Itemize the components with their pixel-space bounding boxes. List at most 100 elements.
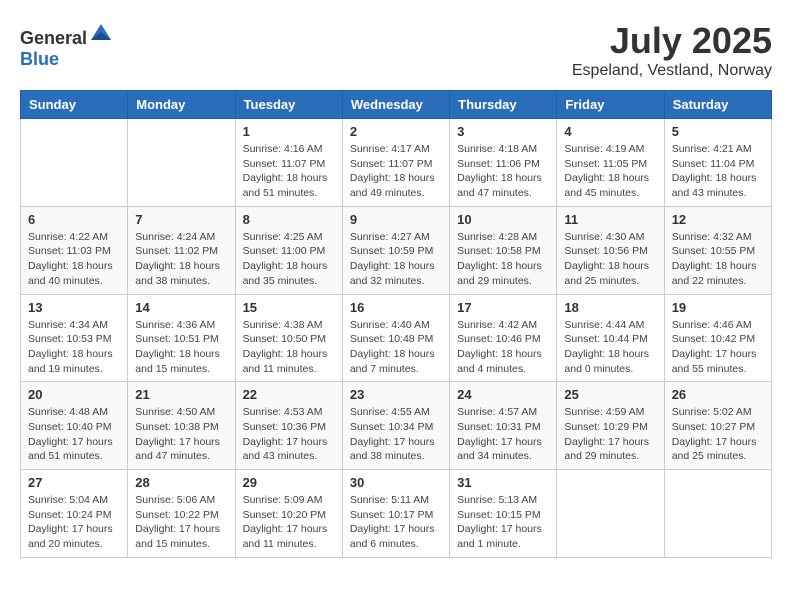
daylight-text: Daylight: 18 hours and 0 minutes. <box>564 348 649 375</box>
calendar-cell: 27 Sunrise: 5:04 AM Sunset: 10:24 PM Day… <box>21 470 128 558</box>
day-info: Sunrise: 4:27 AM Sunset: 10:59 PM Daylig… <box>350 230 442 289</box>
day-number: 12 <box>672 212 764 227</box>
sunrise-text: Sunrise: 4:46 AM <box>672 319 752 331</box>
calendar-cell: 18 Sunrise: 4:44 AM Sunset: 10:44 PM Day… <box>557 294 664 382</box>
day-info: Sunrise: 4:19 AM Sunset: 11:05 PM Daylig… <box>564 142 656 201</box>
calendar-week-row: 27 Sunrise: 5:04 AM Sunset: 10:24 PM Day… <box>21 470 772 558</box>
calendar-cell <box>664 470 771 558</box>
day-info: Sunrise: 4:24 AM Sunset: 11:02 PM Daylig… <box>135 230 227 289</box>
sunrise-text: Sunrise: 4:19 AM <box>564 143 644 155</box>
calendar-cell: 25 Sunrise: 4:59 AM Sunset: 10:29 PM Day… <box>557 382 664 470</box>
daylight-text: Daylight: 17 hours and 20 minutes. <box>28 523 113 550</box>
sunset-text: Sunset: 11:07 PM <box>350 158 433 170</box>
sunrise-text: Sunrise: 4:22 AM <box>28 231 108 243</box>
day-info: Sunrise: 4:40 AM Sunset: 10:48 PM Daylig… <box>350 318 442 377</box>
daylight-text: Daylight: 18 hours and 22 minutes. <box>672 260 757 287</box>
sunset-text: Sunset: 10:56 PM <box>564 245 647 257</box>
day-info: Sunrise: 5:02 AM Sunset: 10:27 PM Daylig… <box>672 405 764 464</box>
sunrise-text: Sunrise: 4:34 AM <box>28 319 108 331</box>
day-number: 13 <box>28 300 120 315</box>
day-number: 15 <box>243 300 335 315</box>
day-info: Sunrise: 4:25 AM Sunset: 11:00 PM Daylig… <box>243 230 335 289</box>
daylight-text: Daylight: 17 hours and 29 minutes. <box>564 436 649 463</box>
day-number: 30 <box>350 475 442 490</box>
calendar-cell: 9 Sunrise: 4:27 AM Sunset: 10:59 PM Dayl… <box>342 206 449 294</box>
day-info: Sunrise: 4:57 AM Sunset: 10:31 PM Daylig… <box>457 405 549 464</box>
day-info: Sunrise: 4:48 AM Sunset: 10:40 PM Daylig… <box>28 405 120 464</box>
calendar-cell: 24 Sunrise: 4:57 AM Sunset: 10:31 PM Day… <box>450 382 557 470</box>
calendar-cell: 15 Sunrise: 4:38 AM Sunset: 10:50 PM Day… <box>235 294 342 382</box>
calendar-cell: 19 Sunrise: 4:46 AM Sunset: 10:42 PM Day… <box>664 294 771 382</box>
calendar-week-row: 13 Sunrise: 4:34 AM Sunset: 10:53 PM Day… <box>21 294 772 382</box>
calendar-cell: 3 Sunrise: 4:18 AM Sunset: 11:06 PM Dayl… <box>450 119 557 207</box>
sunset-text: Sunset: 10:38 PM <box>135 421 218 433</box>
logo: General Blue <box>20 20 113 70</box>
day-number: 29 <box>243 475 335 490</box>
logo-icon <box>89 20 113 44</box>
sunset-text: Sunset: 10:53 PM <box>28 333 111 345</box>
daylight-text: Daylight: 18 hours and 47 minutes. <box>457 172 542 199</box>
calendar-cell: 28 Sunrise: 5:06 AM Sunset: 10:22 PM Day… <box>128 470 235 558</box>
sunset-text: Sunset: 10:59 PM <box>350 245 433 257</box>
logo-blue: Blue <box>20 49 59 69</box>
logo-wordmark: General Blue <box>20 20 113 70</box>
daylight-text: Daylight: 18 hours and 4 minutes. <box>457 348 542 375</box>
daylight-text: Daylight: 18 hours and 40 minutes. <box>28 260 113 287</box>
daylight-text: Daylight: 17 hours and 34 minutes. <box>457 436 542 463</box>
day-number: 26 <box>672 387 764 402</box>
sunset-text: Sunset: 10:27 PM <box>672 421 755 433</box>
page-header: General Blue July 2025 Espeland, Vestlan… <box>20 20 772 80</box>
calendar-week-row: 1 Sunrise: 4:16 AM Sunset: 11:07 PM Dayl… <box>21 119 772 207</box>
sunset-text: Sunset: 10:15 PM <box>457 509 540 521</box>
sunrise-text: Sunrise: 4:24 AM <box>135 231 215 243</box>
sunset-text: Sunset: 10:31 PM <box>457 421 540 433</box>
daylight-text: Daylight: 18 hours and 32 minutes. <box>350 260 435 287</box>
daylight-text: Daylight: 17 hours and 1 minute. <box>457 523 542 550</box>
day-info: Sunrise: 4:32 AM Sunset: 10:55 PM Daylig… <box>672 230 764 289</box>
sunset-text: Sunset: 10:42 PM <box>672 333 755 345</box>
sunrise-text: Sunrise: 4:44 AM <box>564 319 644 331</box>
sunset-text: Sunset: 11:06 PM <box>457 158 540 170</box>
sunset-text: Sunset: 10:24 PM <box>28 509 111 521</box>
calendar-cell <box>128 119 235 207</box>
sunrise-text: Sunrise: 5:11 AM <box>350 494 429 506</box>
sunrise-text: Sunrise: 4:57 AM <box>457 406 537 418</box>
day-number: 2 <box>350 124 442 139</box>
sunset-text: Sunset: 10:50 PM <box>243 333 326 345</box>
calendar-cell: 26 Sunrise: 5:02 AM Sunset: 10:27 PM Day… <box>664 382 771 470</box>
calendar-week-row: 6 Sunrise: 4:22 AM Sunset: 11:03 PM Dayl… <box>21 206 772 294</box>
sunset-text: Sunset: 11:00 PM <box>243 245 326 257</box>
sunrise-text: Sunrise: 4:27 AM <box>350 231 430 243</box>
day-info: Sunrise: 4:22 AM Sunset: 11:03 PM Daylig… <box>28 230 120 289</box>
day-info: Sunrise: 4:21 AM Sunset: 11:04 PM Daylig… <box>672 142 764 201</box>
sunset-text: Sunset: 11:07 PM <box>243 158 326 170</box>
calendar-cell: 2 Sunrise: 4:17 AM Sunset: 11:07 PM Dayl… <box>342 119 449 207</box>
sunset-text: Sunset: 11:05 PM <box>564 158 647 170</box>
sunset-text: Sunset: 10:22 PM <box>135 509 218 521</box>
day-info: Sunrise: 5:04 AM Sunset: 10:24 PM Daylig… <box>28 493 120 552</box>
daylight-text: Daylight: 18 hours and 11 minutes. <box>243 348 328 375</box>
sunrise-text: Sunrise: 4:53 AM <box>243 406 323 418</box>
sunrise-text: Sunrise: 4:16 AM <box>243 143 323 155</box>
sunrise-text: Sunrise: 4:32 AM <box>672 231 752 243</box>
sunset-text: Sunset: 10:40 PM <box>28 421 111 433</box>
sunrise-text: Sunrise: 5:04 AM <box>28 494 108 506</box>
calendar-cell: 1 Sunrise: 4:16 AM Sunset: 11:07 PM Dayl… <box>235 119 342 207</box>
day-number: 9 <box>350 212 442 227</box>
day-number: 16 <box>350 300 442 315</box>
calendar-cell: 7 Sunrise: 4:24 AM Sunset: 11:02 PM Dayl… <box>128 206 235 294</box>
calendar-cell: 21 Sunrise: 4:50 AM Sunset: 10:38 PM Day… <box>128 382 235 470</box>
logo-general: General <box>20 28 87 48</box>
sunset-text: Sunset: 11:02 PM <box>135 245 218 257</box>
calendar-cell: 12 Sunrise: 4:32 AM Sunset: 10:55 PM Day… <box>664 206 771 294</box>
day-number: 27 <box>28 475 120 490</box>
sunrise-text: Sunrise: 4:17 AM <box>350 143 430 155</box>
sunrise-text: Sunrise: 4:40 AM <box>350 319 430 331</box>
daylight-text: Daylight: 17 hours and 11 minutes. <box>243 523 328 550</box>
day-info: Sunrise: 5:11 AM Sunset: 10:17 PM Daylig… <box>350 493 442 552</box>
day-info: Sunrise: 4:34 AM Sunset: 10:53 PM Daylig… <box>28 318 120 377</box>
day-number: 21 <box>135 387 227 402</box>
daylight-text: Daylight: 17 hours and 51 minutes. <box>28 436 113 463</box>
day-info: Sunrise: 4:53 AM Sunset: 10:36 PM Daylig… <box>243 405 335 464</box>
sunset-text: Sunset: 10:36 PM <box>243 421 326 433</box>
